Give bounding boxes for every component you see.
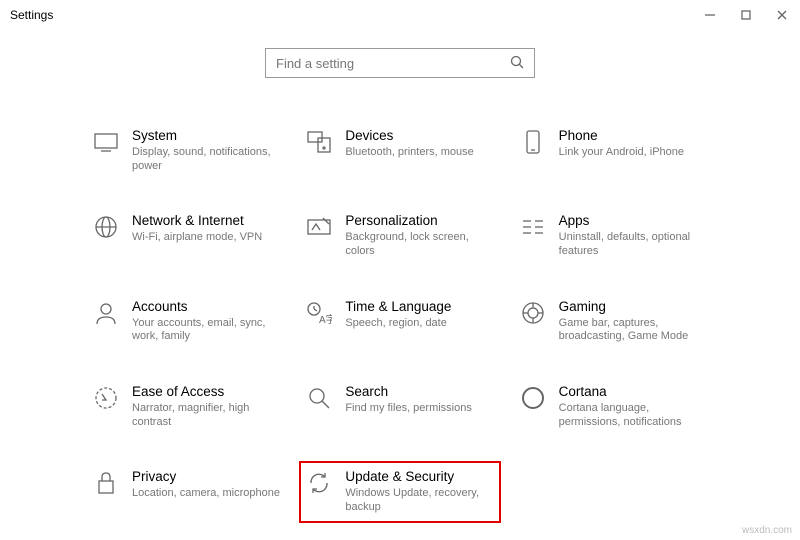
tile-title: System bbox=[132, 129, 281, 144]
tile-desc: Wi-Fi, airplane mode, VPN bbox=[132, 231, 281, 245]
tile-ease-of-access[interactable]: Ease of Access Narrator, magnifier, high… bbox=[90, 382, 283, 431]
globe-icon bbox=[92, 213, 120, 241]
gaming-icon bbox=[519, 299, 547, 327]
tile-desc: Cortana language, permissions, notificat… bbox=[559, 402, 708, 430]
settings-grid: System Display, sound, notifications, po… bbox=[90, 126, 710, 517]
tile-privacy[interactable]: Privacy Location, camera, microphone bbox=[90, 467, 283, 516]
tile-gaming[interactable]: Gaming Game bar, captures, broadcasting,… bbox=[517, 297, 710, 346]
minimize-button[interactable] bbox=[692, 0, 728, 30]
tile-desc: Link your Android, iPhone bbox=[559, 146, 708, 160]
watermark: wsxdn.com bbox=[742, 525, 792, 536]
tile-network[interactable]: Network & Internet Wi-Fi, airplane mode,… bbox=[90, 211, 283, 260]
tile-desc: Speech, region, date bbox=[345, 317, 494, 331]
tile-desc: Narrator, magnifier, high contrast bbox=[132, 402, 281, 430]
close-button[interactable] bbox=[764, 0, 800, 30]
svg-text:A字: A字 bbox=[319, 313, 332, 325]
tile-time-language[interactable]: A字 Time & Language Speech, region, date bbox=[303, 297, 496, 346]
tile-desc: Uninstall, defaults, optional features bbox=[559, 231, 708, 259]
search-container: Find a setting bbox=[0, 48, 800, 78]
tile-phone[interactable]: Phone Link your Android, iPhone bbox=[517, 126, 710, 175]
tile-desc: Location, camera, microphone bbox=[132, 487, 281, 501]
time-language-icon: A字 bbox=[305, 299, 333, 327]
tile-desc: Game bar, captures, broadcasting, Game M… bbox=[559, 317, 708, 345]
tile-personalization[interactable]: Personalization Background, lock screen,… bbox=[303, 211, 496, 260]
tile-system[interactable]: System Display, sound, notifications, po… bbox=[90, 126, 283, 175]
personalization-icon bbox=[305, 213, 333, 241]
tile-apps[interactable]: Apps Uninstall, defaults, optional featu… bbox=[517, 211, 710, 260]
tile-title: Apps bbox=[559, 214, 708, 229]
apps-icon bbox=[519, 213, 547, 241]
cortana-icon bbox=[519, 384, 547, 412]
tile-desc: Find my files, permissions bbox=[345, 402, 494, 416]
accounts-icon bbox=[92, 299, 120, 327]
tile-accounts[interactable]: Accounts Your accounts, email, sync, wor… bbox=[90, 297, 283, 346]
search-placeholder: Find a setting bbox=[276, 56, 510, 71]
tile-title: Search bbox=[345, 385, 494, 400]
tile-title: Phone bbox=[559, 129, 708, 144]
tile-title: Network & Internet bbox=[132, 214, 281, 229]
search-input[interactable]: Find a setting bbox=[265, 48, 535, 78]
magnifier-icon bbox=[305, 384, 333, 412]
tile-title: Ease of Access bbox=[132, 385, 281, 400]
tile-desc: Display, sound, notifications, power bbox=[132, 146, 281, 174]
tile-title: Devices bbox=[345, 129, 494, 144]
update-icon bbox=[305, 469, 333, 497]
devices-icon bbox=[305, 128, 333, 156]
tile-update-security[interactable]: Update & Security Windows Update, recove… bbox=[299, 461, 500, 522]
tile-desc: Windows Update, recovery, backup bbox=[345, 487, 494, 515]
tile-desc: Bluetooth, printers, mouse bbox=[345, 146, 494, 160]
tile-title: Personalization bbox=[345, 214, 494, 229]
lock-icon bbox=[92, 469, 120, 497]
tile-title: Update & Security bbox=[345, 470, 494, 485]
tile-devices[interactable]: Devices Bluetooth, printers, mouse bbox=[303, 126, 496, 175]
tile-title: Cortana bbox=[559, 385, 708, 400]
titlebar: Settings bbox=[0, 0, 800, 30]
tile-search[interactable]: Search Find my files, permissions bbox=[303, 382, 496, 431]
tile-title: Accounts bbox=[132, 300, 281, 315]
tile-title: Gaming bbox=[559, 300, 708, 315]
tile-desc: Your accounts, email, sync, work, family bbox=[132, 317, 281, 345]
ease-of-access-icon bbox=[92, 384, 120, 412]
tile-title: Time & Language bbox=[345, 300, 494, 315]
system-icon bbox=[92, 128, 120, 156]
window-title: Settings bbox=[10, 8, 692, 22]
maximize-button[interactable] bbox=[728, 0, 764, 30]
phone-icon bbox=[519, 128, 547, 156]
tile-cortana[interactable]: Cortana Cortana language, permissions, n… bbox=[517, 382, 710, 431]
search-icon bbox=[510, 55, 524, 72]
tile-desc: Background, lock screen, colors bbox=[345, 231, 494, 259]
tile-title: Privacy bbox=[132, 470, 281, 485]
window-controls bbox=[692, 0, 800, 30]
